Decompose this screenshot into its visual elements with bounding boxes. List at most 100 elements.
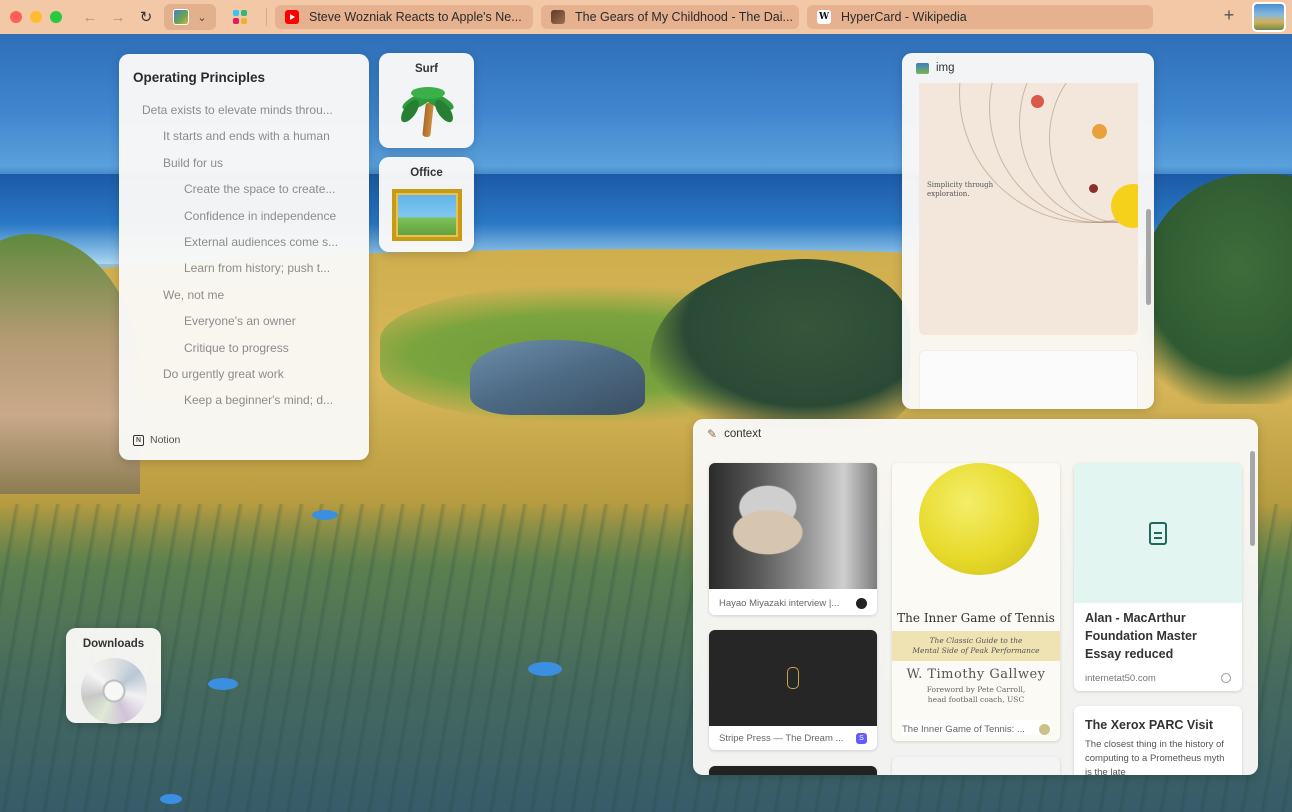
- grass-image[interactable]: [919, 350, 1138, 409]
- profile-avatar[interactable]: [1252, 2, 1286, 32]
- outline-item[interactable]: Learn from history; push t...: [133, 255, 355, 281]
- framed-picture-icon: [391, 189, 462, 241]
- card-excerpt: The closest thing in the history of comp…: [1085, 739, 1225, 775]
- outline-item[interactable]: Keep a beginner's mind; d...: [133, 387, 355, 413]
- book-cover: The Inner Game of Tennis The Classic Gui…: [892, 463, 1060, 741]
- planet: [1031, 95, 1044, 108]
- panel-header: ✎ context: [693, 419, 1258, 449]
- solar-poster-image[interactable]: Simplicity through exploration.: [919, 83, 1138, 335]
- tab-title: HyperCard - Wikipedia: [841, 10, 967, 24]
- new-tab-button[interactable]: +: [1218, 5, 1240, 26]
- outline-item[interactable]: Confidence in independence: [133, 203, 355, 229]
- source-label: Notion: [150, 434, 181, 446]
- book-title: The Inner Game of Tennis: [897, 611, 1055, 625]
- page-thumbnail-icon: [551, 10, 565, 24]
- context-panel-scrollbar[interactable]: [1250, 451, 1255, 546]
- cd-disc-icon: [80, 658, 147, 724]
- wallpaper-flower: [312, 510, 338, 520]
- card-url: internetat50.com: [1085, 673, 1156, 684]
- outline-item[interactable]: Deta exists to elevate minds throu...: [133, 97, 355, 123]
- reload-button[interactable]: ↻: [134, 5, 158, 29]
- tab-divider: [266, 8, 267, 26]
- outline-item[interactable]: It starts and ends with a human: [133, 123, 355, 149]
- tab-wozniak[interactable]: Steve Wozniak Reacts to Apple's Ne...: [275, 5, 533, 29]
- image-icon: [916, 62, 929, 74]
- forward-button[interactable]: →: [106, 5, 130, 29]
- wallpaper-flower: [160, 794, 182, 804]
- downloads-folder-tile[interactable]: Downloads: [66, 628, 161, 724]
- source-badge-icon: [1039, 724, 1050, 735]
- surf-folder-tile[interactable]: Surf: [379, 53, 474, 148]
- tab-hypercard-wikipedia[interactable]: W HyperCard - Wikipedia: [807, 5, 1153, 29]
- wallpaper-rock: [470, 340, 645, 415]
- tile-label: Downloads: [82, 638, 145, 650]
- portrait-photo: [709, 463, 877, 589]
- wallpaper-flower: [528, 662, 562, 676]
- card-caption: The Inner Game of Tennis: ...: [902, 724, 1025, 735]
- close-window-button[interactable]: [10, 11, 22, 23]
- outline-list: Deta exists to elevate minds throu... It…: [133, 97, 355, 414]
- card-caption: Stripe Press — The Dream ...: [719, 733, 844, 744]
- document-preview: [1074, 463, 1242, 603]
- dark-cover-image: [709, 630, 877, 726]
- card-title: Alan - MacArthur Foundation Master Essay…: [1085, 611, 1197, 661]
- tile-label: Surf: [415, 63, 438, 75]
- alan-macarthur-essay-card[interactable]: Alan - MacArthur Foundation Master Essay…: [1074, 463, 1242, 691]
- tab-title: Steve Wozniak Reacts to Apple's Ne...: [309, 10, 522, 24]
- outline-item[interactable]: Everyone's an owner: [133, 308, 355, 334]
- partial-card[interactable]: [709, 766, 877, 775]
- panel-header: img: [902, 53, 1154, 83]
- img-collection-panel[interactable]: img Simplicity through exploration.: [902, 53, 1154, 409]
- xerox-parc-visit-card[interactable]: The Xerox PARC Visit The closest thing i…: [1074, 706, 1242, 775]
- stripe-press-card[interactable]: Stripe Press — The Dream ... S: [709, 630, 877, 750]
- outline-item[interactable]: External audiences come s...: [133, 229, 355, 255]
- outline-item[interactable]: Critique to progress: [133, 335, 355, 361]
- card-title: The Xerox PARC Visit: [1085, 718, 1214, 732]
- clock-icon: [1221, 673, 1231, 683]
- widget-title: Operating Principles: [133, 70, 266, 85]
- tile-label: Office: [410, 167, 443, 179]
- back-button[interactable]: ←: [78, 5, 102, 29]
- img-panel-scrollbar[interactable]: [1146, 209, 1151, 305]
- office-folder-tile[interactable]: Office: [379, 157, 474, 252]
- slack-icon[interactable]: [228, 5, 252, 29]
- book-subtitle: The Classic Guide to the Mental Side of …: [892, 631, 1060, 661]
- stripe-badge-icon: S: [856, 733, 867, 744]
- wallpaper-flower: [208, 678, 238, 690]
- book-author: W. Timothy Gallwey: [906, 667, 1046, 682]
- outline-item[interactable]: Create the space to create...: [133, 176, 355, 202]
- inner-game-of-tennis-card[interactable]: The Inner Game of Tennis The Classic Gui…: [892, 463, 1060, 741]
- tab-gears-of-childhood[interactable]: The Gears of My Childhood - The Dai...: [541, 5, 799, 29]
- notion-logo-icon: N: [133, 434, 144, 446]
- book-foreword: Foreword by Pete Carroll, head football …: [926, 685, 1026, 704]
- document-icon: [1149, 521, 1167, 545]
- palm-tree-icon: [397, 81, 457, 139]
- source-badge-icon: [856, 598, 867, 609]
- tennis-ball-image: [919, 463, 1039, 575]
- minimize-window-button[interactable]: [30, 11, 42, 23]
- widget-source[interactable]: N Notion: [133, 434, 180, 446]
- scroll-icon: ✎: [707, 427, 718, 441]
- emblem-icon: [787, 667, 799, 689]
- wikipedia-icon: W: [817, 10, 831, 24]
- miyazaki-interview-card[interactable]: Hayao Miyazaki interview |...: [709, 463, 877, 615]
- panel-title: context: [724, 428, 762, 440]
- notion-widget[interactable]: Operating Principles Deta exists to elev…: [119, 54, 369, 460]
- tab-title: The Gears of My Childhood - The Dai...: [575, 10, 793, 24]
- planet: [1089, 184, 1098, 193]
- outline-item[interactable]: Build for us: [133, 150, 355, 176]
- planet: [1092, 124, 1107, 139]
- outline-item[interactable]: Do urgently great work: [133, 361, 355, 387]
- window-controls: [10, 11, 62, 23]
- browser-top-bar: ← → ↻ ⌄ Steve Wozniak Reacts to Apple's …: [0, 0, 1292, 34]
- card-caption: Hayao Miyazaki interview |...: [719, 598, 840, 609]
- poster-caption: Simplicity through exploration.: [927, 181, 994, 198]
- context-collection-panel[interactable]: ✎ context Hayao Miyazaki interview |... …: [693, 419, 1258, 775]
- space-switcher-button[interactable]: ⌄: [164, 4, 216, 30]
- space-thumbnail-icon: [173, 9, 190, 25]
- outline-item[interactable]: We, not me: [133, 282, 355, 308]
- partial-card[interactable]: [892, 757, 1060, 775]
- panel-title: img: [936, 62, 955, 74]
- zoom-window-button[interactable]: [50, 11, 62, 23]
- chevron-down-icon: ⌄: [197, 11, 207, 24]
